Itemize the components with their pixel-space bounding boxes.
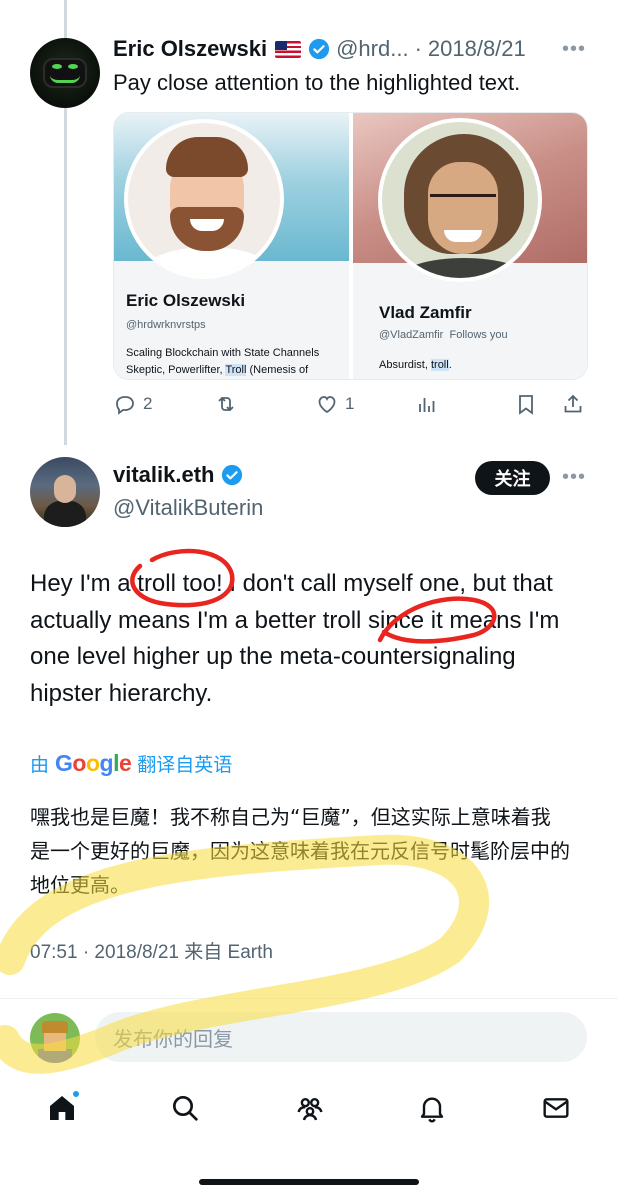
- main-author-name[interactable]: vitalik.eth: [113, 462, 214, 488]
- like-button[interactable]: 1: [315, 392, 354, 416]
- parent-author-handle[interactable]: @hrd...: [336, 36, 408, 62]
- reply-input[interactable]: 发布你的回复: [95, 1012, 587, 1062]
- more-options-icon[interactable]: •••: [562, 38, 586, 61]
- search-icon: [173, 1096, 198, 1121]
- card-bio-line2: Skeptic, Powerlifter, Troll (Nemesis of: [126, 364, 309, 376]
- avatar-mask-shape: [43, 58, 87, 88]
- verified-badge-icon: [221, 464, 243, 486]
- retweet-button[interactable]: [214, 392, 238, 416]
- profile-photo-eric: [124, 119, 284, 279]
- reply-button[interactable]: 2: [113, 392, 152, 416]
- profile-photo-vlad: [378, 118, 542, 282]
- parent-tweet-header: Eric Olszewski @hrd... · 2018/8/21: [113, 36, 526, 62]
- translation-attribution[interactable]: 由 Google 翻译自英语: [30, 750, 232, 777]
- home-tab[interactable]: [42, 1088, 82, 1128]
- follows-you-badge: Follows you: [449, 329, 508, 341]
- notifications-tab[interactable]: [412, 1088, 452, 1128]
- share-button[interactable]: [561, 392, 585, 416]
- card-name: Eric Olszewski: [126, 291, 246, 310]
- messages-tab[interactable]: [536, 1088, 576, 1128]
- bio-highlight: Troll: [225, 364, 247, 376]
- retweet-icon: [218, 396, 234, 412]
- like-icon: [318, 396, 336, 414]
- bottom-navigation: [0, 1088, 618, 1138]
- reply-icon: [116, 396, 134, 415]
- parent-tweet-text: Pay close attention to the highlighted t…: [113, 70, 521, 95]
- card-handle: @hrdwrknvrstps: [126, 319, 206, 331]
- attached-image[interactable]: Eric Olszewski @hrdwrknvrstps Scaling Bl…: [113, 112, 588, 380]
- card-name: Vlad Zamfir: [379, 303, 472, 322]
- bio-highlight: troll: [430, 359, 449, 371]
- profile-card-eric: Eric Olszewski @hrdwrknvrstps Scaling Bl…: [114, 113, 349, 379]
- google-logo: Google: [55, 750, 132, 776]
- messages-icon: [543, 1098, 569, 1118]
- bookmark-button[interactable]: [514, 392, 538, 416]
- share-icon: [564, 394, 582, 413]
- parent-tweet-date[interactable]: 2018/8/21: [428, 36, 526, 62]
- parent-author-name[interactable]: Eric Olszewski: [113, 36, 267, 62]
- bookmark-icon: [519, 395, 533, 415]
- profile-card-vlad: Vlad Zamfir @VladZamfir Follows you Absu…: [353, 113, 587, 379]
- card-bio-line1: Scaling Blockchain with State Channels: [126, 347, 320, 359]
- new-content-dot: [72, 1090, 80, 1098]
- parent-tweet-actions: 2 1: [113, 392, 588, 420]
- header-separator: ·: [414, 36, 422, 61]
- like-count: 1: [345, 394, 355, 413]
- translate-prefix: 由: [30, 755, 50, 776]
- views-button[interactable]: [415, 392, 439, 416]
- more-options-icon[interactable]: •••: [562, 466, 586, 489]
- vitalik-avatar[interactable]: [30, 457, 100, 527]
- current-user-avatar[interactable]: [30, 1013, 80, 1063]
- us-flag-icon: [275, 40, 302, 58]
- notifications-icon: [420, 1097, 444, 1123]
- communities-tab[interactable]: [290, 1088, 330, 1128]
- main-tweet-text: Hey I'm a troll too! I don't call myself…: [30, 570, 560, 707]
- views-icon: [419, 398, 435, 412]
- tweet-timestamp[interactable]: 07:51 · 2018/8/21 来自 Earth: [30, 937, 273, 964]
- translated-text: 嘿我也是巨魔！我不称自己为“巨魔”，但这实际上意味着我是一个更好的巨魔，因为这意…: [30, 805, 570, 897]
- avatar-smile: [50, 75, 80, 83]
- reply-count: 2: [143, 394, 153, 413]
- home-indicator: [199, 1179, 419, 1185]
- card-handle-row: @VladZamfir Follows you: [379, 329, 508, 341]
- follow-button[interactable]: 关注: [475, 461, 550, 495]
- translate-suffix: 翻译自英语: [137, 755, 233, 776]
- avatar-eye-left: [52, 64, 62, 69]
- main-author-row: vitalik.eth: [113, 462, 243, 488]
- avatar-eye-right: [68, 64, 78, 69]
- card-bio: Absurdist, troll.: [379, 359, 452, 371]
- search-tab[interactable]: [165, 1088, 205, 1128]
- main-author-handle[interactable]: @VitalikButerin: [113, 495, 263, 521]
- eric-avatar[interactable]: [30, 38, 100, 108]
- divider: [0, 998, 618, 999]
- communities-icon: [297, 1098, 323, 1121]
- verified-badge-icon: [308, 38, 330, 60]
